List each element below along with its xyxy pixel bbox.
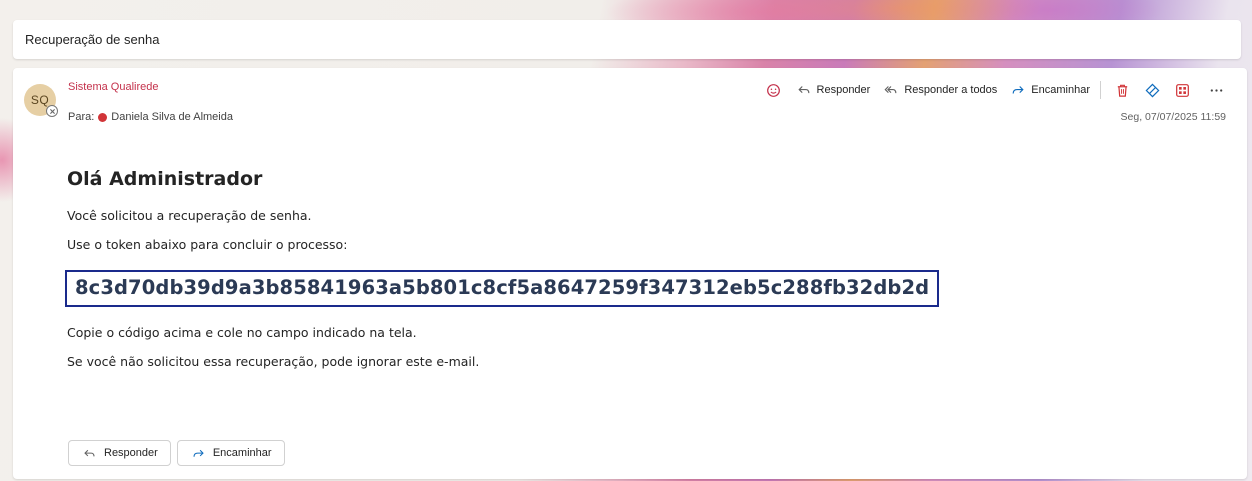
footer-buttons: Responder Encaminhar (68, 440, 285, 466)
sender-name[interactable]: Sistema Qualirede (68, 81, 159, 93)
avatar-initials: SQ (30, 93, 50, 107)
message-body: Olá Administrador Você solicitou a recup… (65, 168, 940, 383)
footer-forward-button[interactable]: Encaminhar (176, 440, 285, 466)
forward-arrow-icon (193, 449, 204, 457)
forward-arrow-icon (1012, 86, 1024, 94)
forward-button[interactable]: Encaminhar (1011, 83, 1090, 97)
reply-arrow-icon (84, 449, 95, 456)
reply-all-button[interactable]: Responder a todos (884, 83, 997, 97)
body-line-1: Você solicitou a recuperação de senha. (67, 208, 312, 223)
body-line-2: Use o token abaixo para concluir o proce… (67, 237, 348, 252)
footer-reply-label: Responder (104, 447, 158, 459)
forward-label: Encaminhar (1031, 84, 1090, 96)
footer-reply-button[interactable]: Responder (68, 440, 171, 466)
toolbar-divider (1100, 81, 1101, 99)
presence-status-icon (46, 105, 58, 117)
reply-all-arrow-icon (884, 86, 897, 94)
body-line-3: Copie o código acima e cole no campo ind… (67, 325, 417, 340)
tag-icon[interactable] (1143, 81, 1161, 99)
trash-icon[interactable] (1113, 81, 1131, 99)
emoji-icon[interactable] (765, 81, 783, 99)
message-datetime: Seg, 07/07/2025 11:59 (1120, 111, 1226, 123)
reply-button[interactable]: Responder (797, 83, 871, 97)
greeting-heading: Olá Administrador (67, 168, 263, 190)
recipient-name[interactable]: Daniela Silva de Almeida (111, 111, 233, 123)
reply-label: Responder (816, 84, 871, 96)
recipient-line: Para: Daniela Silva de Almeida (68, 111, 233, 123)
message-actions-toolbar: Responder Responder a todos Encaminhar (765, 80, 1225, 100)
reply-arrow-icon (797, 86, 809, 94)
subject-bar: Recuperação de senha (13, 20, 1241, 59)
recipient-status-dot (98, 112, 108, 122)
email-subject: Recuperação de senha (25, 32, 160, 47)
more-icon[interactable] (1207, 81, 1225, 99)
recovery-token[interactable]: 8c3d70db39d9a3b85841963a5b801c8cf5a86472… (75, 276, 929, 299)
recipient-prefix: Para: (68, 111, 95, 123)
footer-forward-label: Encaminhar (212, 447, 272, 459)
reply-all-label: Responder a todos (904, 84, 998, 96)
message-card: SQ Sistema Qualirede Para: Daniela Silva… (13, 68, 1247, 479)
apps-grid-icon[interactable] (1173, 81, 1191, 99)
token-box: 8c3d70db39d9a3b85841963a5b801c8cf5a86472… (65, 270, 940, 307)
body-line-4: Se você não solicitou essa recuperação, … (67, 354, 480, 369)
